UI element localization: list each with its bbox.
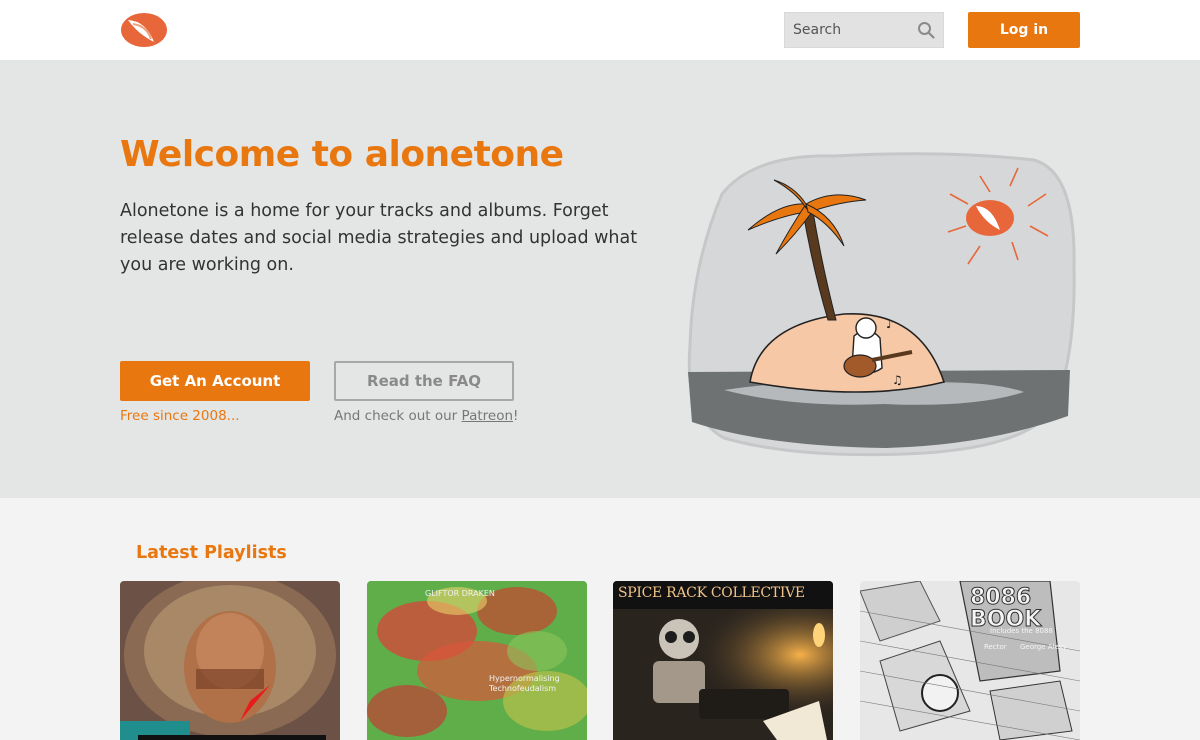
patreon-suffix: ! [513,408,519,424]
hero-title: Welcome to alonetone [120,134,564,175]
card-credit: Rector [984,643,1007,651]
patreon-prefix: And check out our [334,408,462,424]
svg-text:♫: ♫ [892,373,903,387]
hero-description: Alonetone is a home for your tracks and … [120,201,638,275]
latest-playlists-heading: Latest Playlists [136,543,287,563]
alonetone-logo-icon[interactable] [120,12,168,48]
top-navbar: Log in [0,0,1200,60]
card-title: SPICE RACK COLLECTIVE [618,585,805,601]
red-green-noise-cover [367,581,587,740]
search-icon[interactable] [917,21,935,39]
patreon-note: And check out our Patreon! [334,408,518,424]
card-subtitle: Includes the 8088 [990,627,1053,635]
robot-typewriter-cover [613,581,833,740]
island-palm-tree-ukulele-illustration: ♪ ♫ [687,152,1076,457]
card-author: George Alexy [1020,643,1067,651]
playlist-card-4[interactable]: 8086 BOOK Includes the 8088 Rector Georg… [860,581,1080,740]
get-account-button[interactable]: Get An Account [120,361,310,401]
playlist-card-1[interactable] [120,581,340,740]
card-title: 8086 BOOK [970,585,1042,632]
card-title: Hypernormalising Technofeudalism [489,674,560,693]
login-button[interactable]: Log in [968,12,1080,48]
portrait-big-hair-cover [120,581,340,740]
free-since-note: Free since 2008... [120,408,240,424]
svg-text:♪: ♪ [886,317,894,331]
patreon-link[interactable]: Patreon [462,408,513,424]
card-top-label: GLIFTOR DRAKEN [425,589,495,598]
search-box[interactable] [784,12,944,48]
search-input[interactable] [785,13,909,47]
playlist-card-2[interactable]: GLIFTOR DRAKEN Hypernormalising Technofe… [367,581,587,740]
playlist-card-3[interactable]: SPICE RACK COLLECTIVE [613,581,833,740]
read-faq-button[interactable]: Read the FAQ [334,361,514,401]
hero-section: Welcome to alonetone Alonetone is a home… [0,60,1200,498]
